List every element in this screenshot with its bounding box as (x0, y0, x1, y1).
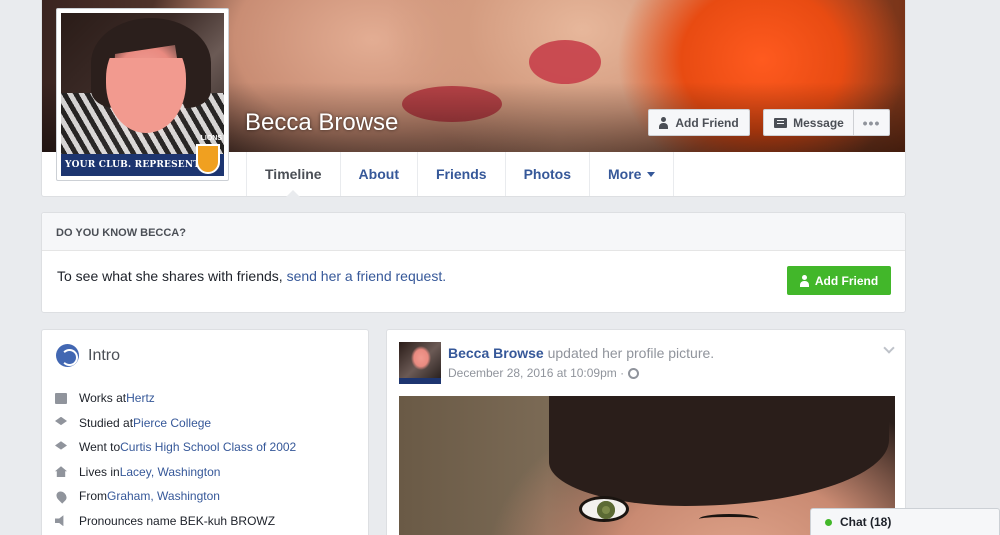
more-dots-icon: ••• (862, 114, 881, 131)
intro-item-prefix: From (79, 489, 107, 504)
graduation-cap-icon (55, 416, 67, 426)
message-icon (774, 117, 788, 128)
intro-item-from: From Graham, Washington (54, 484, 296, 509)
post-photo-detail (699, 514, 759, 524)
add-friend-label: Add Friend (675, 115, 739, 130)
chat-label: Chat (18) (840, 515, 892, 529)
location-pin-icon (54, 489, 69, 504)
do-you-know-text: To see what she shares with friends, sen… (57, 268, 446, 284)
intro-globe-icon (56, 344, 79, 367)
post-author-avatar[interactable] (399, 342, 441, 384)
add-friend-icon (659, 116, 669, 129)
add-friend-green-label: Add Friend (814, 273, 879, 288)
profile-picture-image: LIONS YOUR CLUB. REPRESENT. (61, 13, 224, 176)
post-timestamp[interactable]: December 28, 2016 at 10:09pm · (448, 366, 624, 380)
post-photo-detail (579, 496, 629, 522)
message-button[interactable]: Message (763, 109, 854, 136)
chat-bar[interactable]: Chat (18) (810, 508, 1000, 535)
tab-label: Timeline (265, 166, 322, 182)
intro-item-work: Works at Hertz (55, 386, 296, 411)
intro-header: Intro (56, 344, 120, 367)
profile-nav: Timeline About Friends Photos More (246, 152, 675, 197)
profile-picture[interactable]: LIONS YOUR CLUB. REPRESENT. (56, 8, 229, 181)
tab-label: More (608, 166, 642, 182)
tab-friends[interactable]: Friends (418, 152, 506, 196)
timeline-post: Becca Browse updated her profile picture… (386, 329, 906, 535)
intro-card: Intro Works at Hertz Studied at Pierce C… (41, 329, 369, 535)
do-you-know-header: DO YOU KNOW BECCA? (42, 213, 905, 251)
post-header: Becca Browse updated her profile picture… (448, 345, 714, 361)
tab-more[interactable]: More (590, 152, 675, 196)
post-action-text: updated her profile picture. (543, 345, 715, 361)
cover-photo-detail (529, 40, 601, 84)
message-label: Message (793, 115, 844, 130)
intro-item-lives: Lives in Lacey, Washington (55, 460, 296, 485)
speaker-icon[interactable] (55, 515, 64, 527)
intro-item-highschool: Went to Curtis High School Class of 2002 (55, 435, 296, 460)
home-icon (55, 466, 67, 478)
post-author-name[interactable]: Becca Browse (448, 345, 544, 361)
club-badge-text: LIONS (200, 135, 222, 142)
briefcase-icon (55, 392, 67, 404)
post-meta: December 28, 2016 at 10:09pm · (448, 366, 640, 380)
intro-item-prefix: Works at (79, 391, 127, 406)
intro-item-link[interactable]: Graham, Washington (107, 489, 220, 503)
tab-label: About (358, 166, 399, 182)
add-friend-green-button[interactable]: Add Friend (787, 266, 891, 295)
post-photo-detail (549, 396, 889, 506)
do-you-know-message: To see what she shares with friends, (57, 268, 283, 284)
intro-item-prefix: Lives in (79, 464, 120, 479)
intro-item-pronounce: Pronounces name BEK-kuh BROWZ (55, 509, 296, 534)
intro-list: Works at Hertz Studied at Pierce College… (54, 386, 296, 534)
post-options-chevron-icon[interactable] (883, 342, 895, 354)
more-options-button[interactable]: ••• (853, 109, 890, 136)
send-friend-request-link[interactable]: send her a friend request. (287, 268, 447, 284)
add-friend-icon (799, 274, 810, 287)
intro-item-link[interactable]: Hertz (126, 391, 155, 405)
intro-item-link[interactable]: Curtis High School Class of 2002 (120, 440, 296, 454)
intro-item-prefix: Pronounces name BEK-kuh BROWZ (79, 513, 276, 528)
profile-name[interactable]: Becca Browse (245, 109, 398, 137)
tab-about[interactable]: About (341, 152, 418, 196)
tab-label: Friends (435, 166, 487, 182)
tab-timeline[interactable]: Timeline (246, 152, 341, 197)
graduation-cap-icon (55, 441, 67, 450)
caret-down-icon (647, 171, 656, 177)
intro-item-prefix: Went to (79, 440, 121, 455)
tab-label: Photos (523, 166, 572, 182)
intro-item-link[interactable]: Pierce College (133, 416, 211, 430)
lions-badge-icon (196, 144, 220, 174)
intro-item-prefix: Studied at (79, 415, 134, 430)
do-you-know-box: DO YOU KNOW BECCA? To see what she share… (41, 212, 906, 313)
intro-item-link[interactable]: Lacey, Washington (120, 465, 221, 479)
public-globe-icon[interactable] (628, 367, 640, 379)
add-friend-button[interactable]: Add Friend (648, 109, 750, 136)
intro-title: Intro (88, 346, 121, 364)
profile-page: Timeline About Friends Photos More LIONS… (0, 0, 1000, 535)
tab-photos[interactable]: Photos (506, 152, 591, 196)
online-status-icon (825, 518, 832, 526)
intro-item-college: Studied at Pierce College (55, 411, 296, 436)
